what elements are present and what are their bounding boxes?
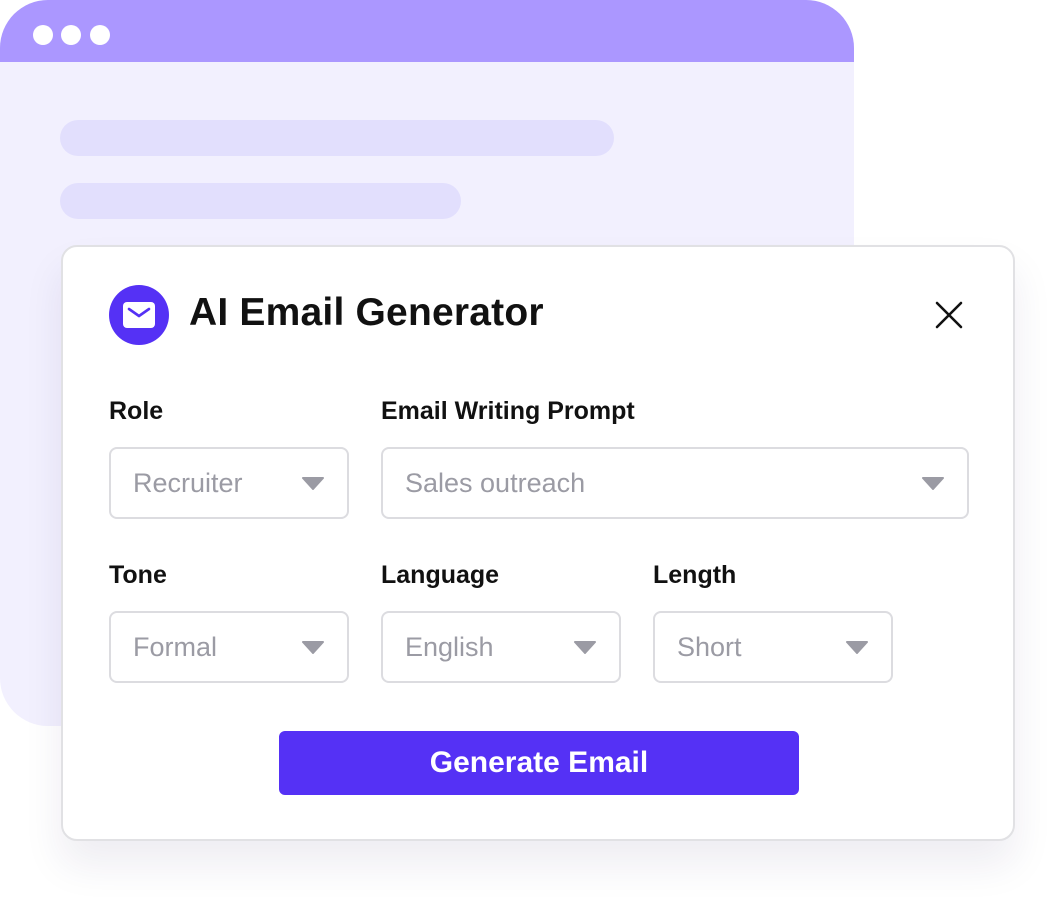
skeleton-line [60,120,614,156]
language-select[interactable]: English [381,611,621,683]
length-select[interactable]: Short [653,611,893,683]
mail-icon [109,285,169,345]
tone-value: Formal [133,631,218,662]
skeleton-line [60,183,461,219]
length-label: Length [653,561,737,589]
role-label: Role [109,397,164,425]
role-select[interactable]: Recruiter [109,447,349,519]
language-label: Language [381,561,500,589]
language-value: English [405,631,494,662]
browser-titlebar [0,0,854,62]
caret-down-icon [921,476,945,490]
tone-select[interactable]: Formal [109,611,349,683]
window-dot-icon [61,25,81,45]
email-generator-dialog: AI Email Generator Role Recruiter Email … [61,245,1015,841]
window-dot-icon [33,25,53,45]
prompt-select[interactable]: Sales outreach [381,447,969,519]
caret-down-icon [301,640,325,654]
caret-down-icon [573,640,597,654]
length-value: Short [677,631,742,662]
caret-down-icon [845,640,869,654]
dialog-title: AI Email Generator [189,291,544,334]
generate-email-button[interactable]: Generate Email [279,731,799,795]
prompt-value: Sales outreach [405,467,586,498]
caret-down-icon [301,476,325,490]
tone-label: Tone [109,561,167,589]
close-button[interactable] [931,297,967,333]
prompt-label: Email Writing Prompt [381,397,635,425]
window-dot-icon [90,25,110,45]
role-value: Recruiter [133,467,243,498]
close-icon [935,301,963,329]
